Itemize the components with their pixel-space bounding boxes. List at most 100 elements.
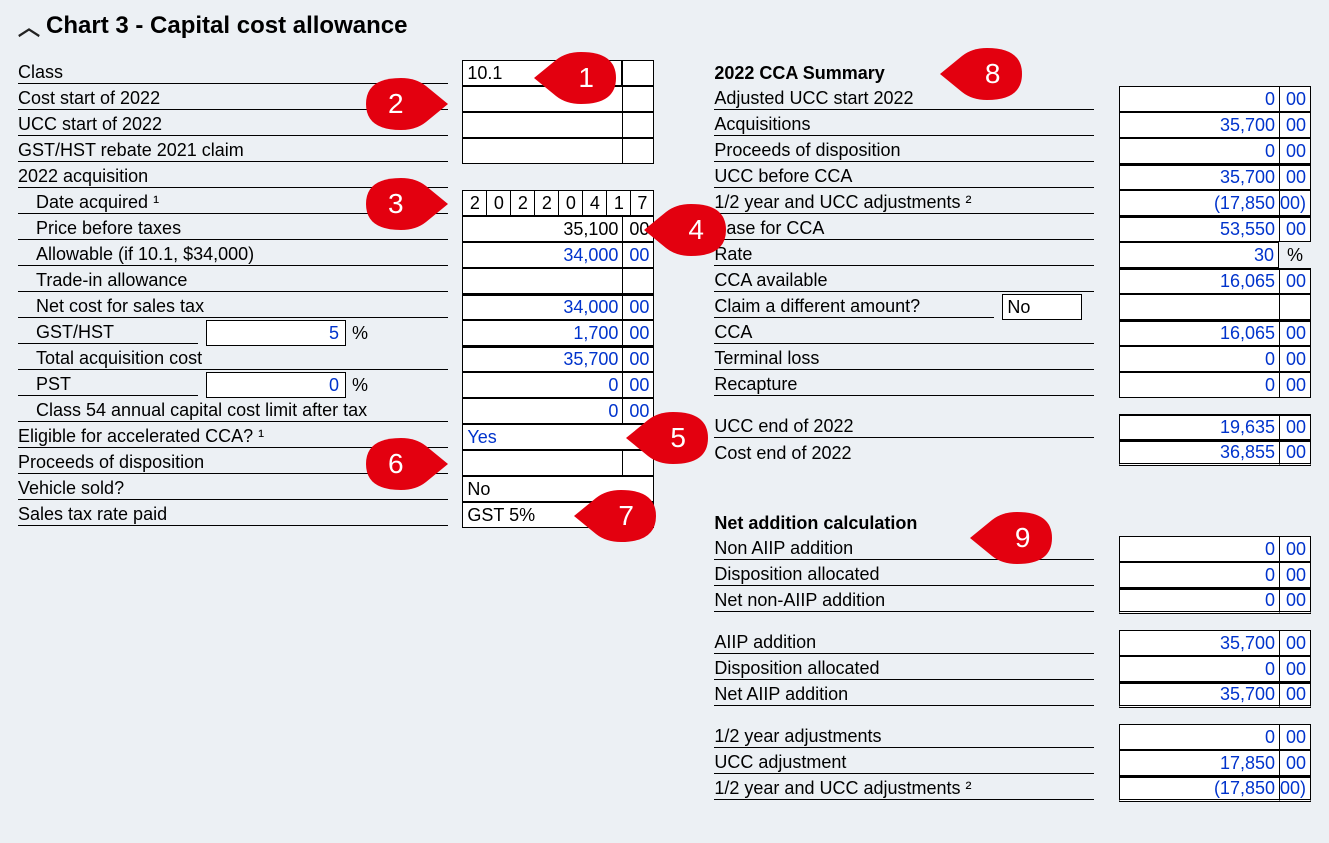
row-allowable: Allowable (if 10.1, $34,000) 34,000 00 <box>18 242 654 268</box>
value-gsthst: 1,700 <box>462 320 622 346</box>
label-proceeds-r: Proceeds of disposition <box>714 140 1094 162</box>
row-netcost: Net cost for sales tax 34,000 00 <box>18 294 654 320</box>
row-net-title: Net addition calculation <box>714 510 1311 536</box>
label-eligible: Eligible for accelerated CCA? ¹ <box>18 426 448 448</box>
date-d6: 1 <box>606 190 630 216</box>
row-eligible: Eligible for accelerated CCA? ¹ Yes <box>18 424 654 450</box>
row-ucc-adj: UCC adjustment 17,850 00 <box>714 750 1311 776</box>
row-pst: PST 0 % 0 00 <box>18 372 654 398</box>
value-terminal: 0 <box>1119 346 1279 372</box>
value-adj-ucc: 0 <box>1119 86 1279 112</box>
date-d4: 0 <box>558 190 582 216</box>
pct-pst[interactable]: 0 <box>206 372 346 398</box>
rate-pct: % <box>1279 242 1311 268</box>
cents-ucc-start[interactable] <box>622 112 654 138</box>
value-cost-start[interactable] <box>462 86 622 112</box>
row-totalacq: Total acquisition cost 35,700 00 <box>18 346 654 372</box>
row-ucc-start: UCC start of 2022 <box>18 112 654 138</box>
label-base: Base for CCA <box>714 218 1094 240</box>
row-acquisitions: Acquisitions 35,700 00 <box>714 112 1311 138</box>
value-proceeds-r: 0 <box>1119 138 1279 164</box>
pct-gsthst[interactable]: 5 <box>206 320 346 346</box>
value-base: 53,550 <box>1119 216 1279 242</box>
date-d3: 2 <box>534 190 558 216</box>
value-net-non-aiip: 0 <box>1119 588 1279 614</box>
label-sold: Vehicle sold? <box>18 478 448 500</box>
cents-claim-amt[interactable] <box>1279 294 1311 320</box>
value-cost-end: 36,855 <box>1119 440 1279 466</box>
cents-non-aiip: 00 <box>1279 536 1311 562</box>
row-gst-rebate: GST/HST rebate 2021 claim <box>18 138 654 164</box>
label-half-year: 1/2 year and UCC adjustments ² <box>714 192 1094 214</box>
row-cca-avail: CCA available 16,065 00 <box>714 268 1311 294</box>
cents-price[interactable]: 00 <box>622 216 654 242</box>
row-cost-end: Cost end of 2022 36,855 00 <box>714 440 1311 466</box>
value-proceeds-left[interactable] <box>462 450 622 476</box>
cents-cost-end: 00 <box>1279 440 1311 466</box>
label-totalacq: Total acquisition cost <box>18 348 448 370</box>
summary-title: 2022 CCA Summary <box>714 63 884 84</box>
collapse-icon[interactable]: ︿ <box>18 10 40 42</box>
row-proceeds-left: Proceeds of disposition <box>18 450 654 476</box>
label-pst: PST <box>18 374 198 396</box>
row-non-aiip: Non AIIP addition 0 00 <box>714 536 1311 562</box>
label-rate: Rate <box>714 244 1094 266</box>
value-non-aiip: 0 <box>1119 536 1279 562</box>
cents-tradein[interactable] <box>622 268 654 294</box>
cents-proceeds-r: 00 <box>1279 138 1311 164</box>
date-acquired-input[interactable]: 2 0 2 2 0 4 1 7 <box>462 190 654 216</box>
label-recapture: Recapture <box>714 374 1094 396</box>
value-ucc-end: 19,635 <box>1119 414 1279 440</box>
label-half-ucc-adj: 1/2 year and UCC adjustments ² <box>714 778 1094 800</box>
right-column: 2022 CCA Summary Adjusted UCC start 2022… <box>714 60 1311 802</box>
cents-disp-alloc1: 00 <box>1279 562 1311 588</box>
label-cca-avail: CCA available <box>714 270 1094 292</box>
value-rate: 30 <box>1119 242 1279 268</box>
row-proceeds-r: Proceeds of disposition 0 00 <box>714 138 1311 164</box>
value-half-adj: 0 <box>1119 724 1279 750</box>
value-class54: 0 <box>462 398 622 424</box>
value-gst-rebate[interactable] <box>462 138 622 164</box>
label-ucc-before: UCC before CCA <box>714 166 1094 188</box>
cents-net-non-aiip: 00 <box>1279 588 1311 614</box>
cents-half-adj: 00 <box>1279 724 1311 750</box>
row-claim-diff: Claim a different amount? No <box>714 294 1311 320</box>
value-half-ucc-adj: (17,850 <box>1119 776 1279 802</box>
value-ucc-before: 35,700 <box>1119 164 1279 190</box>
value-sold[interactable]: No <box>462 476 654 502</box>
value-class[interactable]: 10.1 <box>462 60 622 86</box>
value-allowable: 34,000 <box>462 242 622 268</box>
value-ucc-start[interactable] <box>462 112 622 138</box>
row-class54: Class 54 annual capital cost limit after… <box>18 398 654 424</box>
row-terminal: Terminal loss 0 00 <box>714 346 1311 372</box>
label-class: Class <box>18 62 448 84</box>
value-eligible[interactable]: Yes <box>462 424 654 450</box>
value-price[interactable]: 35,100 <box>462 216 622 242</box>
label-netcost: Net cost for sales tax <box>18 296 448 318</box>
label-half-adj: 1/2 year adjustments <box>714 726 1094 748</box>
row-adj-ucc: Adjusted UCC start 2022 0 00 <box>714 86 1311 112</box>
cents-cost-start[interactable] <box>622 86 654 112</box>
section-header: ︿ Chart 3 - Capital cost allowance <box>18 10 1311 42</box>
cents-half-ucc-adj: 00) <box>1279 776 1311 802</box>
row-half-adj: 1/2 year adjustments 0 00 <box>714 724 1311 750</box>
row-acq-header: 2022 acquisition <box>18 164 654 190</box>
value-disp-alloc1: 0 <box>1119 562 1279 588</box>
cents-proceeds-left[interactable] <box>622 450 654 476</box>
value-recapture: 0 <box>1119 372 1279 398</box>
value-claim-amt[interactable] <box>1119 294 1279 320</box>
value-tradein[interactable] <box>462 268 622 294</box>
row-recapture: Recapture 0 00 <box>714 372 1311 398</box>
label-tradein: Trade-in allowance <box>18 270 448 292</box>
value-half-year: (17,850 <box>1119 190 1279 216</box>
value-cca: 16,065 <box>1119 320 1279 346</box>
cents-gst-rebate[interactable] <box>622 138 654 164</box>
cents-totalacq: 00 <box>622 346 654 372</box>
row-gsthst: GST/HST 5 % 1,700 00 <box>18 320 654 346</box>
label-claim-diff: Claim a different amount? <box>714 296 994 318</box>
value-totalacq: 35,700 <box>462 346 622 372</box>
row-class: Class 10.1 <box>18 60 654 86</box>
value-claim-diff[interactable]: No <box>1002 294 1082 320</box>
value-taxrate[interactable]: GST 5% <box>462 502 654 528</box>
row-summary-title: 2022 CCA Summary <box>714 60 1311 86</box>
